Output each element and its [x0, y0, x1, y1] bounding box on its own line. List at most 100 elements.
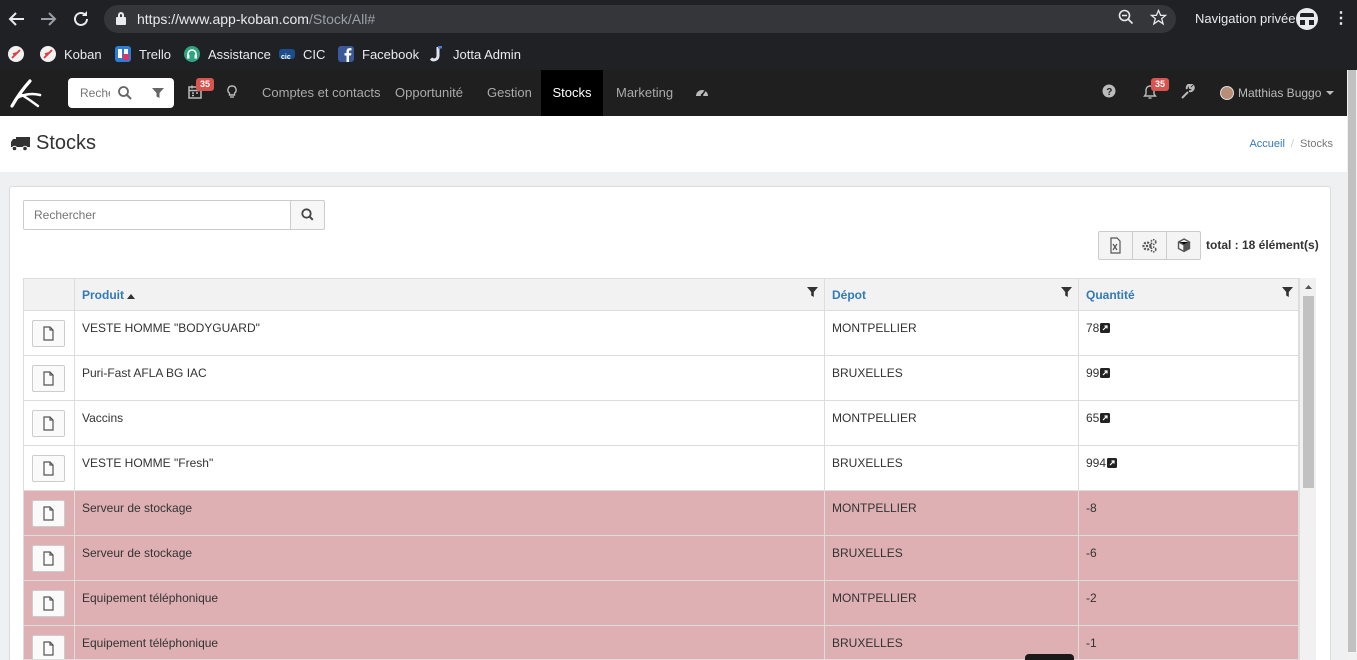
cell-produit: VESTE HOMME "Fresh" [82, 456, 214, 470]
column-header-produit[interactable]: Produit [82, 288, 136, 302]
cell-depot: MONTPELLIER [832, 591, 917, 605]
truck-icon [11, 137, 30, 152]
global-search-input[interactable] [68, 78, 110, 108]
document-icon [43, 596, 54, 611]
cell-produit: Vaccins [82, 411, 124, 425]
browser-menu-icon[interactable]: ⋮ [1333, 9, 1349, 29]
svg-text:cic: cic [281, 54, 291, 61]
table-scrollbar-thumb[interactable] [1303, 296, 1314, 488]
cell-quantite: 994 [1086, 456, 1118, 470]
calendar-badge: 35 [196, 78, 214, 91]
document-icon [43, 371, 54, 386]
koban-logo[interactable] [8, 78, 44, 108]
cell-produit: Equipement téléphonique [82, 636, 219, 650]
cell-depot: MONTPELLIER [832, 321, 917, 335]
cell-quantite: 99 [1086, 366, 1111, 380]
lightbulb-icon[interactable] [225, 84, 243, 102]
svg-text:?: ? [1106, 87, 1112, 98]
breadcrumb-current: Stocks [1299, 138, 1333, 150]
nav-link-opportunite[interactable]: Opportunité [381, 70, 477, 116]
open-record-button[interactable] [32, 365, 65, 392]
forward-arrow-icon[interactable] [37, 8, 59, 30]
open-record-button[interactable] [32, 635, 65, 659]
nav-link-gestion[interactable]: Gestion [474, 70, 545, 116]
bookmark-item[interactable]: Koban [40, 45, 102, 63]
export-excel-button[interactable] [1098, 231, 1133, 260]
open-record-button[interactable] [32, 455, 65, 482]
open-record-button[interactable] [32, 545, 65, 572]
external-link-icon[interactable] [1100, 413, 1111, 423]
facebook-icon [338, 46, 354, 62]
breadcrumb-home-link[interactable]: Accueil [1249, 138, 1284, 150]
bookmark-item[interactable]: cic CIC [279, 45, 325, 63]
header-cell-quantite[interactable]: Quantité [1078, 279, 1298, 310]
filter-icon[interactable] [1282, 287, 1293, 298]
settings-button[interactable] [1132, 231, 1167, 260]
table-row-negative[interactable]: Serveur de stockage BRUXELLES -6 [24, 536, 1298, 581]
bookmark-item[interactable]: Assistance [184, 45, 271, 63]
nav-link-comptes[interactable]: Comptes et contacts [248, 70, 395, 116]
page-title-text: Stocks [36, 132, 97, 154]
dashboard-icon[interactable] [694, 84, 712, 102]
help-icon[interactable]: ? [1102, 84, 1120, 102]
table-row-negative[interactable]: Equipement téléphonique BRUXELLES -1 [24, 626, 1298, 659]
bookmark-item[interactable] [8, 45, 32, 63]
cell-produit: Puri-Fast AFLA BG IAC [82, 366, 207, 380]
cell-quantite: -6 [1086, 546, 1097, 560]
bookmark-item[interactable]: Trello [115, 45, 171, 63]
external-link-icon[interactable] [1100, 368, 1111, 378]
filter-icon[interactable] [807, 287, 818, 298]
filter-icon[interactable] [1061, 287, 1072, 298]
open-record-button[interactable] [32, 590, 65, 617]
list-search-button[interactable] [290, 200, 325, 230]
table-row[interactable]: Vaccins MONTPELLIER 65 [24, 401, 1298, 446]
table-row[interactable]: Puri-Fast AFLA BG IAC BRUXELLES 99 [24, 356, 1298, 401]
cell-depot: BRUXELLES [832, 546, 903, 560]
url-text: https://www.app-koban.com/Stock/All# [137, 11, 376, 27]
bookmark-label: Koban [64, 46, 102, 62]
table-scrollbar[interactable] [1299, 278, 1316, 660]
table-row-negative[interactable]: Serveur de stockage MONTPELLIER -8 [24, 491, 1298, 536]
header-cell-produit[interactable]: Produit [74, 279, 824, 310]
breadcrumb-separator: / [1290, 138, 1294, 150]
cell-produit: Equipement téléphonique [82, 591, 219, 605]
reload-icon[interactable] [70, 8, 92, 30]
floating-tab[interactable] [1025, 654, 1074, 660]
search-icon [301, 208, 314, 221]
bookmark-label: CIC [303, 46, 326, 62]
search-icon[interactable] [117, 85, 133, 101]
external-link-icon[interactable] [1107, 458, 1118, 468]
filter-icon[interactable] [150, 85, 166, 101]
table-row[interactable]: VESTE HOMME "BODYGUARD" MONTPELLIER 78 [24, 311, 1298, 356]
nav-link-stocks[interactable]: Stocks [541, 70, 603, 116]
address-bar[interactable]: https://www.app-koban.com/Stock/All# [104, 5, 1176, 33]
page-scrollbar[interactable] [1347, 70, 1357, 660]
list-search-input[interactable] [24, 201, 290, 229]
total-count: total : 18 élément(s) [1206, 238, 1319, 252]
notifications-badge: 35 [1151, 78, 1169, 91]
table-row-negative[interactable]: Equipement téléphonique MONTPELLIER -2 [24, 581, 1298, 626]
header-cell-depot[interactable]: Dépot [824, 279, 1078, 310]
headset-icon [184, 46, 200, 62]
open-record-button[interactable] [32, 500, 65, 527]
page-scrollbar-thumb[interactable] [1348, 70, 1356, 652]
back-arrow-icon[interactable] [6, 8, 28, 30]
jotta-icon [429, 45, 445, 62]
user-name: Matthias Buggo [1238, 86, 1322, 100]
bookmark-item[interactable]: Facebook [338, 45, 419, 63]
open-record-button[interactable] [32, 410, 65, 437]
zoom-icon[interactable] [1116, 9, 1136, 29]
incognito-icon[interactable] [1296, 8, 1318, 30]
table-row[interactable]: VESTE HOMME "Fresh" BRUXELLES 994 [24, 446, 1298, 491]
column-header-quantite[interactable]: Quantité [1086, 288, 1135, 302]
cube-button[interactable] [1166, 231, 1201, 260]
external-link-icon[interactable] [1100, 323, 1111, 333]
bookmark-item[interactable]: Jotta Admin [429, 45, 521, 63]
wrench-icon[interactable] [1180, 83, 1198, 102]
user-menu[interactable]: Matthias Buggo [1220, 84, 1335, 102]
scroll-up-arrow-icon[interactable] [1300, 280, 1317, 294]
open-record-button[interactable] [32, 320, 65, 347]
column-header-depot[interactable]: Dépot [832, 288, 866, 302]
nav-link-marketing[interactable]: Marketing [603, 70, 686, 116]
star-icon[interactable] [1148, 8, 1168, 29]
